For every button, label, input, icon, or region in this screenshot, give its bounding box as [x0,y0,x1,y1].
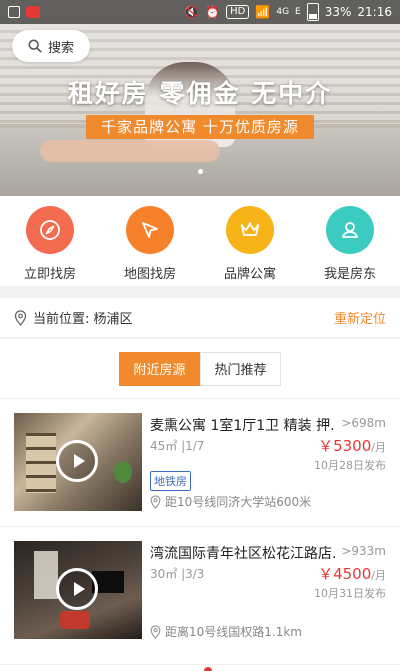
network-label: 4G [276,7,290,17]
banner-title: 租好房 零佣金 无中介 [67,79,333,108]
tab-popular[interactable]: 热门推荐 [200,351,281,386]
metro-distance: 距离10号线国权路1.1km [165,625,302,639]
location-bar: 当前位置: 杨浦区 重新定位 [0,298,400,338]
search-button[interactable]: 搜索 [12,30,90,62]
banner-legs [40,140,220,162]
relocate-link[interactable]: 重新定位 [334,308,386,327]
quick-nav-map-search[interactable]: 地图找房 [100,196,200,286]
listing-price: ￥5300 [318,437,372,455]
location-pin-icon [14,309,27,326]
alarm-icon: ⏰ [205,5,221,19]
listing-thumbnail[interactable] [14,541,142,639]
wifi-icon: 📶 [255,5,271,19]
play-icon[interactable] [56,440,98,482]
listing-list: 麦熏公寓 1室1厅1卫 精装 押... >698m 45㎡ |1/7 ￥5300… [0,398,400,664]
listing-item[interactable]: 麦熏公寓 1室1厅1卫 精装 押... >698m 45㎡ |1/7 ￥5300… [0,398,400,526]
metro-tag: 地铁房 [150,471,191,491]
pointer-icon [126,206,174,254]
listing-distance: >933m [341,544,386,558]
quick-nav: 立即找房 地图找房 品牌公寓 我是房东 [0,196,400,286]
hd-badge: HD [226,5,250,19]
quick-nav-label: 品牌公寓 [223,267,276,282]
listing-distance: >698m [341,416,386,430]
listing-price-wrap: ￥4500/月 [318,563,386,584]
quick-nav-label: 我是房东 [323,267,376,282]
listing-title: 湾流国际青年社区松花江路店... [150,546,335,562]
status-bar: 🔇 ⏰ HD 📶 4G E 33% 21:16 [0,0,400,24]
mute-icon: 🔇 [184,5,200,19]
listing-tabs: 附近房源 热门推荐 [0,339,400,398]
search-icon [28,39,42,53]
bottom-nav-edge [0,664,400,671]
crown-icon [226,206,274,254]
bottom-nav-indicator [204,667,212,671]
quick-nav-brand-apartment[interactable]: 品牌公寓 [200,196,300,286]
listing-thumbnail[interactable] [14,413,142,511]
tab-nearby[interactable]: 附近房源 [119,351,200,386]
banner-page-indicator [198,169,203,174]
app-home-icon [26,6,40,18]
quick-nav-label: 立即找房 [23,267,76,282]
metro-distance: 距10号线同济大学站600米 [165,495,312,509]
battery-icon [306,3,319,21]
location-pin-icon [150,624,161,639]
battery-percent: 33% [324,5,352,19]
compass-icon [26,206,74,254]
listing-price-unit: /月 [371,441,386,454]
person-icon [326,206,374,254]
listing-item[interactable]: 湾流国际青年社区松花江路店... >933m 30㎡ |3/3 ￥4500/月 … [0,526,400,664]
quick-nav-find-now[interactable]: 立即找房 [0,196,100,286]
gallery-icon [8,6,20,18]
listing-date: 10月31日发布 [314,587,386,600]
listing-spec: 30㎡ |3/3 [150,567,205,581]
search-label: 搜索 [47,40,74,56]
thumb-chair [60,611,90,629]
listing-spec: 45㎡ |1/7 [150,439,205,453]
banner-subtitle: 千家品牌公寓 十万优质房源 [86,115,314,139]
quick-nav-landlord[interactable]: 我是房东 [300,196,400,286]
thumb-plant [114,461,132,483]
play-icon[interactable] [56,568,98,610]
listing-metro: 距10号线同济大学站600米 [150,493,311,510]
listing-price-wrap: ￥5300/月 [318,435,386,456]
listing-date: 10月28日发布 [314,459,386,472]
signal-label: E [295,7,301,17]
listing-price-unit: /月 [371,569,386,582]
quick-nav-label: 地图找房 [123,267,176,282]
current-location: 当前位置: 杨浦区 [33,312,133,327]
listing-price: ￥4500 [318,565,372,583]
clock: 21:16 [357,5,392,19]
thumb-shelf [26,433,56,493]
listing-metro: 距离10号线国权路1.1km [150,623,302,640]
listing-title: 麦熏公寓 1室1厅1卫 精装 押... [150,418,335,434]
location-pin-icon [150,494,161,509]
thumb-window [34,551,58,599]
